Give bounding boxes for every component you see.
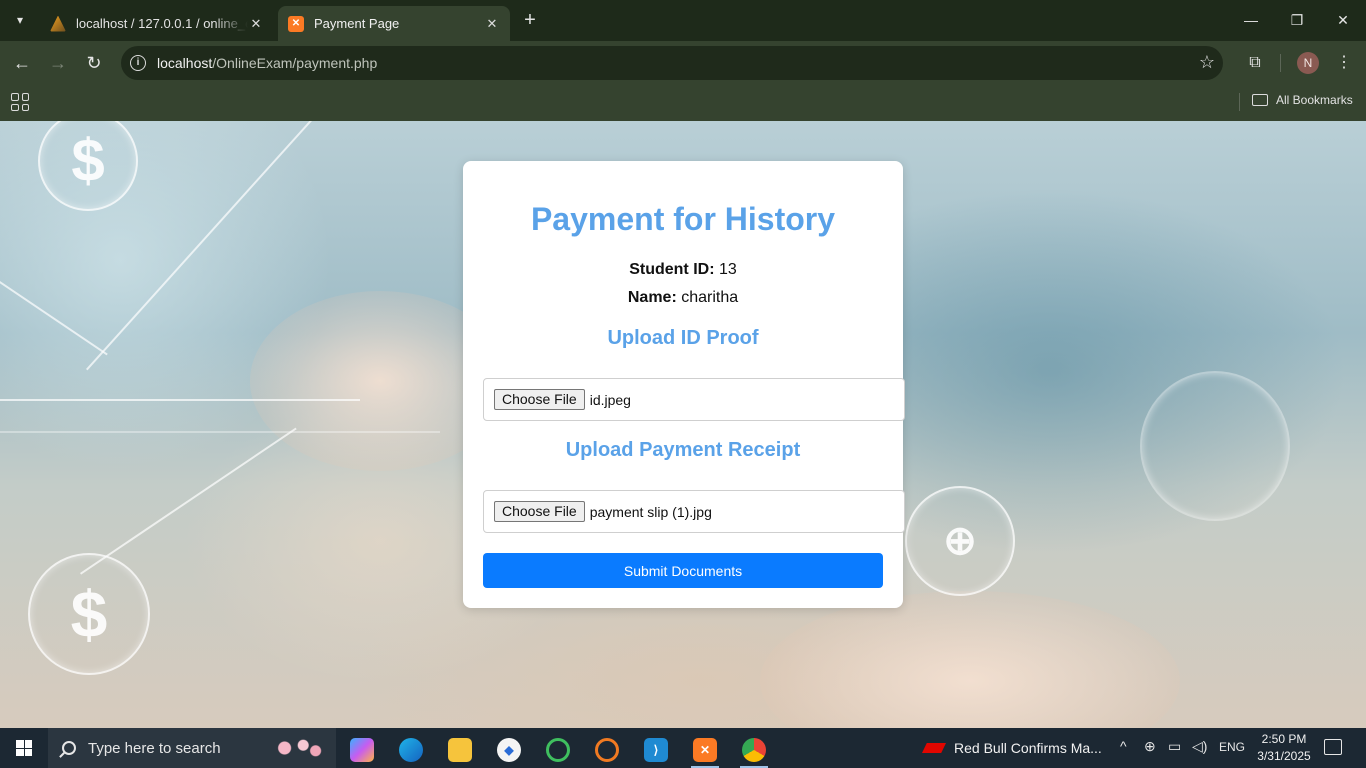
back-icon[interactable]: ← xyxy=(10,51,34,75)
taskbar-eclipse[interactable] xyxy=(585,732,629,768)
edge-icon xyxy=(399,738,423,762)
network-globe-icon[interactable]: ⊕ xyxy=(1144,738,1156,755)
selected-file-name: id.jpeg xyxy=(589,391,631,408)
xampp-icon: ✕ xyxy=(693,738,717,762)
student-id-label: Student ID: xyxy=(629,261,715,278)
all-bookmarks-label: All Bookmarks xyxy=(1276,93,1353,107)
bookmarks-divider xyxy=(1239,93,1240,111)
close-icon[interactable]: ✕ xyxy=(248,16,264,32)
payment-receipt-file-input[interactable]: Choose File payment slip (1).jpg xyxy=(483,490,905,533)
taskbar-vscode[interactable]: ⟩ xyxy=(634,732,678,768)
vscode-icon: ⟩ xyxy=(644,738,668,762)
windows-logo-icon xyxy=(16,740,32,756)
f1-logo-icon xyxy=(922,743,946,753)
site-info-icon[interactable]: i xyxy=(130,55,146,71)
news-widget[interactable]: Red Bull Confirms Ma... xyxy=(922,728,1102,768)
network-line xyxy=(80,427,297,575)
minimize-icon[interactable]: — xyxy=(1236,8,1266,32)
eclipse-icon xyxy=(595,738,619,762)
clock-time: 2:50 PM xyxy=(1261,732,1307,746)
taskbar-copilot[interactable] xyxy=(340,732,384,768)
notification-icon[interactable] xyxy=(1324,739,1342,755)
restore-icon[interactable]: ❐ xyxy=(1282,8,1312,32)
phpmyadmin-icon xyxy=(50,15,66,32)
dollar-coin-icon: $ xyxy=(38,121,138,211)
search-placeholder: Type here to search xyxy=(88,739,221,757)
system-clock[interactable]: 2:50 PM 3/31/2025 xyxy=(1254,731,1314,765)
student-name-value: charitha xyxy=(681,289,739,306)
background-hand-image xyxy=(760,591,1180,728)
selected-file-name: payment slip (1).jpg xyxy=(589,503,712,520)
taskbar-xampp[interactable]: ✕ xyxy=(683,732,727,768)
tray-chevron-up-icon[interactable]: ^ xyxy=(1120,738,1127,754)
taskbar-edge[interactable] xyxy=(389,732,433,768)
network-line xyxy=(0,281,108,355)
search-highlight-image xyxy=(266,734,328,762)
network-circle-icon xyxy=(1140,371,1290,521)
battery-icon[interactable]: ▭ xyxy=(1168,738,1181,755)
page-title: Payment for History xyxy=(530,201,836,237)
taskbar-store[interactable]: ◆ xyxy=(487,732,531,768)
clock-date: 3/31/2025 xyxy=(1257,749,1311,763)
page-background: $ $ ⊕ Payment for History Student ID: 13… xyxy=(0,121,1366,728)
dollar-coin-icon: $ xyxy=(28,553,150,675)
payment-card: Payment for History Student ID: 13 Name:… xyxy=(463,161,905,608)
network-line xyxy=(0,399,360,401)
address-bar[interactable]: i localhost/OnlineExam/payment.php ☆ xyxy=(121,46,1223,80)
toolbar-divider xyxy=(1280,54,1281,72)
choose-file-button[interactable]: Choose File xyxy=(494,389,585,410)
taskbar-chrome[interactable] xyxy=(732,732,776,768)
new-tab-button[interactable]: + xyxy=(518,9,542,33)
start-button[interactable] xyxy=(0,728,48,768)
news-headline: Red Bull Confirms Ma... xyxy=(954,740,1102,756)
id-proof-file-input[interactable]: Choose File id.jpeg xyxy=(483,378,905,421)
copilot-icon xyxy=(350,738,374,762)
extensions-icon[interactable]: ⧉ xyxy=(1243,51,1267,75)
network-line xyxy=(0,431,440,433)
volume-icon[interactable]: ◁) xyxy=(1192,738,1207,755)
tab-phpmyadmin[interactable]: localhost / 127.0.0.1 / online_ex ✕ xyxy=(40,6,274,41)
student-id-value: 13 xyxy=(718,261,737,278)
taskbar-search[interactable]: Type here to search xyxy=(48,728,336,768)
bookmark-star-icon[interactable]: ☆ xyxy=(1199,52,1215,73)
tab-title: localhost / 127.0.0.1 / online_ex xyxy=(76,16,248,31)
student-name-label: Name: xyxy=(627,289,677,306)
xampp-icon: ✕ xyxy=(288,15,304,32)
taskbar: Type here to search ◆ ⟩ ✕ Red Bull Confi… xyxy=(0,728,1366,768)
all-bookmarks-button[interactable]: All Bookmarks xyxy=(1252,93,1353,107)
menu-icon[interactable]: ⋮ xyxy=(1332,51,1356,75)
chrome-icon xyxy=(742,738,766,762)
bookmarks-bar: All Bookmarks xyxy=(0,85,1366,121)
tab-title: Payment Page xyxy=(314,16,400,31)
apps-grid-icon[interactable] xyxy=(11,93,29,111)
taskbar-file-explorer[interactable] xyxy=(438,732,482,768)
folder-icon xyxy=(448,738,472,762)
ring-app-icon xyxy=(546,738,570,762)
search-icon xyxy=(62,741,76,755)
taskbar-app-green[interactable] xyxy=(536,732,580,768)
store-icon: ◆ xyxy=(497,738,521,762)
globe-coin-icon: ⊕ xyxy=(905,486,1015,596)
id-proof-heading: Upload ID Proof xyxy=(607,327,759,349)
forward-icon[interactable]: → xyxy=(46,51,70,75)
folder-icon xyxy=(1252,94,1268,106)
payment-receipt-heading: Upload Payment Receipt xyxy=(565,439,801,461)
browser-toolbar: ← → ↻ i localhost/OnlineExam/payment.php… xyxy=(0,41,1366,85)
student-name-line: Name: charitha xyxy=(463,289,903,307)
reload-icon[interactable]: ↻ xyxy=(82,51,106,75)
student-id-line: Student ID: 13 xyxy=(463,261,903,279)
submit-documents-button[interactable]: Submit Documents xyxy=(483,553,883,588)
profile-avatar[interactable]: N xyxy=(1297,52,1319,74)
tab-payment-page[interactable]: ✕ Payment Page ✕ xyxy=(278,6,510,41)
window-close-icon[interactable]: ✕ xyxy=(1328,8,1358,32)
tab-search-chevron-icon[interactable]: ▾ xyxy=(6,8,34,32)
choose-file-button[interactable]: Choose File xyxy=(494,501,585,522)
tab-bar: ▾ localhost / 127.0.0.1 / online_ex ✕ ✕ … xyxy=(0,0,1366,41)
language-indicator[interactable]: ENG xyxy=(1219,740,1245,754)
url-text[interactable]: localhost/OnlineExam/payment.php xyxy=(157,55,377,71)
close-icon[interactable]: ✕ xyxy=(484,16,500,32)
